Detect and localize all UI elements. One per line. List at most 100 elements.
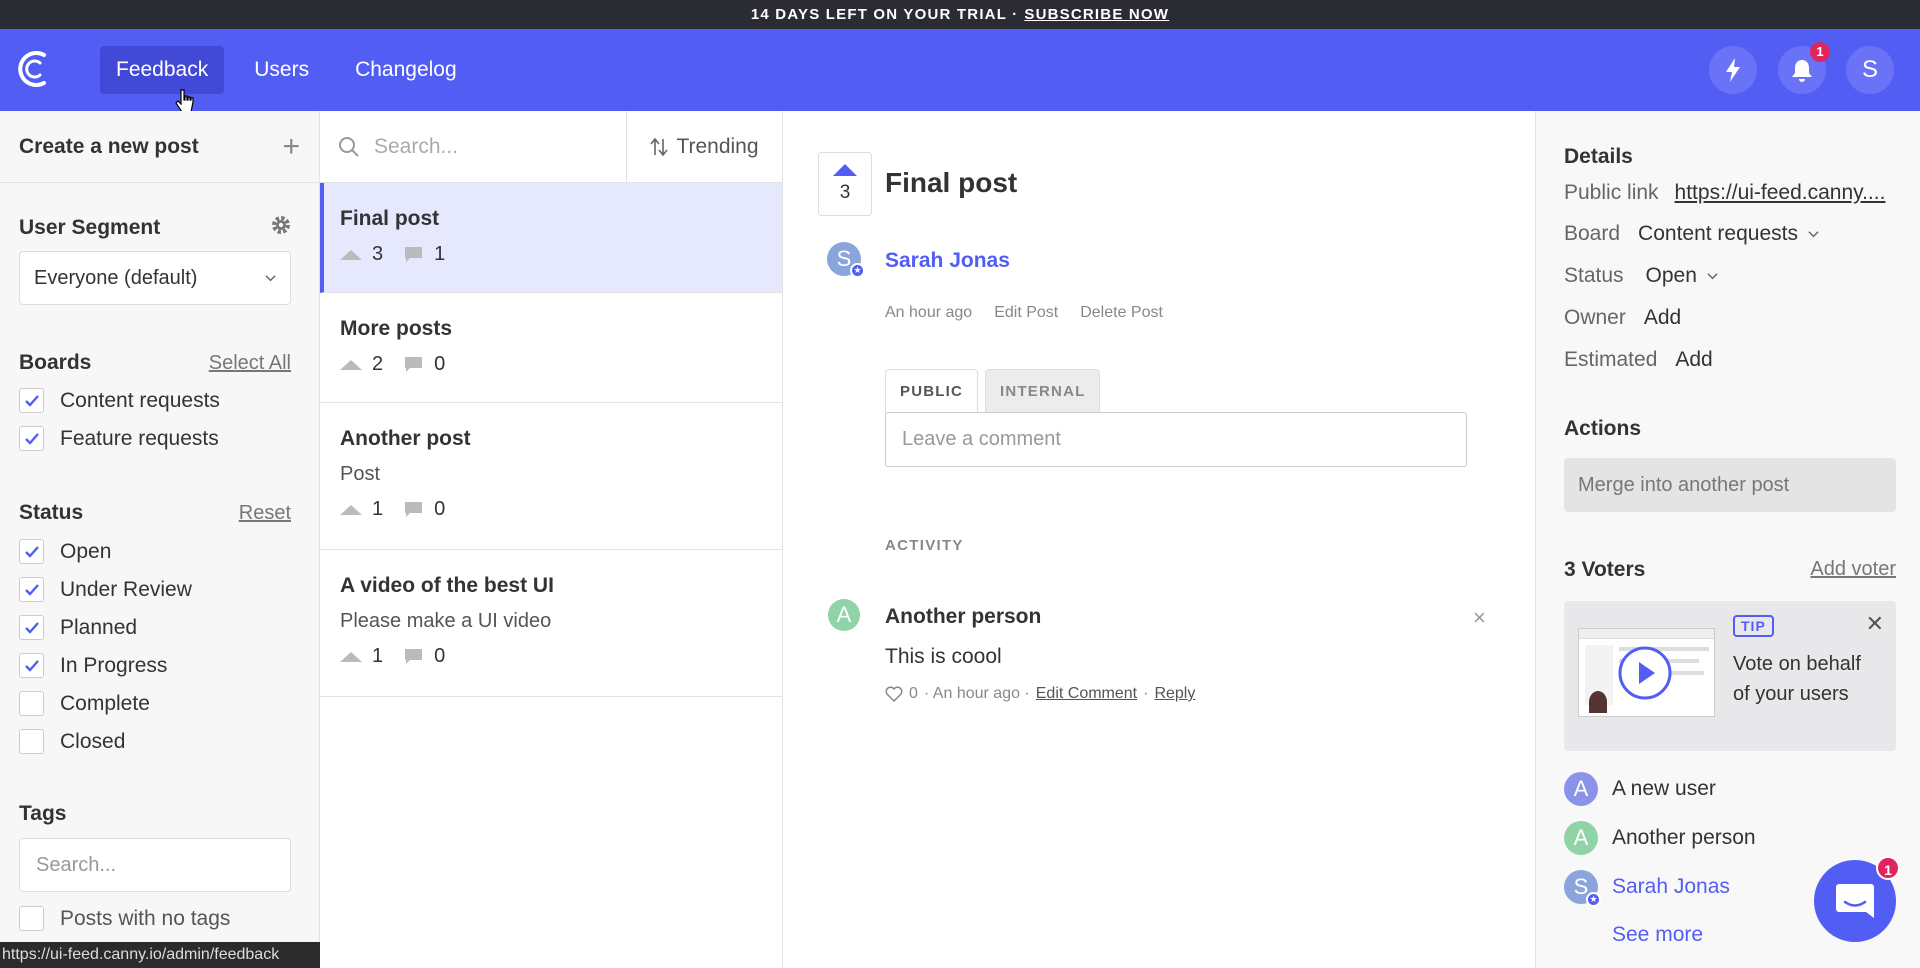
post-card-another-post[interactable]: Another post Post 1 0 [320,403,782,550]
play-icon[interactable] [1617,645,1673,701]
reset-link[interactable]: Reset [239,502,291,525]
comment-icon [405,502,423,517]
edit-comment-link[interactable]: Edit Comment [1036,685,1137,703]
checkbox-unchecked[interactable] [19,729,44,754]
public-link-row: Public link https://ui-feed.canny.... [1564,181,1885,205]
post-search-input[interactable]: Search... [320,111,627,182]
vote-count: 1 [372,498,384,520]
checkbox-checked[interactable] [19,388,44,413]
comment-text: This is coool [885,645,1002,668]
heart-icon[interactable] [885,686,903,702]
add-voter-link[interactable]: Add voter [1810,558,1896,582]
status-filter-open[interactable]: Open [19,539,111,564]
board-label: Board [1564,222,1621,245]
voter-name: A new user [1612,777,1716,800]
voter-name: Another person [1612,826,1756,849]
owner-add[interactable]: Add [1644,306,1681,330]
checkbox-checked[interactable] [19,615,44,640]
checkbox-unchecked[interactable] [19,906,44,931]
actions-title: Actions [1564,417,1642,440]
comment-icon [405,247,423,262]
sort-dropdown[interactable]: Trending [627,111,782,182]
board-filter-content-requests[interactable]: Content requests [19,388,220,413]
nav-changelog[interactable]: Changelog [339,46,473,94]
post-card-final-post[interactable]: Final post 3 1 [320,183,782,293]
status-label: Status [1564,264,1624,287]
tip-video-thumbnail[interactable] [1578,628,1715,717]
delete-post-link[interactable]: Delete Post [1080,304,1163,322]
checkbox-checked[interactable] [19,539,44,564]
voter-row[interactable]: A A new user [1564,772,1716,806]
sort-icon [650,137,669,156]
checkbox-checked[interactable] [19,653,44,678]
filter-sidebar: Create a new post + User Segment Everyon… [0,111,320,968]
status-row: Status Open [1564,264,1718,288]
owner-row: Owner Add [1564,306,1681,330]
nav-users[interactable]: Users [238,46,325,94]
gear-icon[interactable] [270,214,292,236]
tab-internal[interactable]: INTERNAL [985,369,1101,413]
status-label: In Progress [60,653,168,677]
checkbox-checked[interactable] [19,577,44,602]
segment-dropdown[interactable]: Everyone (default) [19,251,291,305]
subscribe-link[interactable]: SUBSCRIBE NOW [1024,6,1169,23]
comment-tabs: PUBLIC INTERNAL [885,369,1101,413]
vote-count: 1 [372,645,384,667]
select-all-link[interactable]: Select All [209,352,291,375]
merge-post-button[interactable]: Merge into another post [1564,458,1896,512]
status-filter-under-review[interactable]: Under Review [19,577,192,602]
chat-launcher-button[interactable]: 1 [1814,856,1900,942]
trial-text: 14 DAYS LEFT ON YOUR TRIAL · [750,6,1019,23]
post-author[interactable]: Sarah Jonas [885,249,1010,273]
tags-search-input[interactable]: Search... [19,838,291,892]
post-card-more-posts[interactable]: More posts 2 0 [320,293,782,403]
checkbox-checked[interactable] [19,426,44,451]
public-link[interactable]: https://ui-feed.canny.... [1675,181,1886,205]
voter-name: Sarah Jonas [1612,875,1730,898]
chat-icon [1836,884,1874,918]
status-header: Status Reset [19,501,291,525]
status-filter-complete[interactable]: Complete [19,691,150,716]
upvote-button[interactable]: 3 [818,152,872,216]
top-nav-bar: Feedback Users Changelog 1 S [0,29,1920,111]
tags-title: Tags [19,802,67,825]
status-filter-closed[interactable]: Closed [19,729,125,754]
board-dropdown[interactable]: Content requests [1638,222,1819,246]
estimated-add[interactable]: Add [1675,348,1712,372]
chevron-down-icon [1707,272,1718,279]
post-card-video[interactable]: A video of the best UI Please make a UI … [320,550,782,697]
notifications-button[interactable]: 1 [1778,42,1830,94]
nav-feedback[interactable]: Feedback [100,46,225,94]
post-vote-count: 3 [839,182,851,203]
comment-meta: 0 · An hour ago · Edit Comment · Reply [885,685,1195,703]
voter-row[interactable]: A Another person [1564,821,1756,855]
list-toolbar: Search... Trending [320,111,782,183]
board-row: Board Content requests [1564,222,1819,246]
chevron-down-icon [1808,230,1819,237]
create-post-row[interactable]: Create a new post + [0,111,319,183]
voters-title: 3 Voters [1564,558,1646,581]
no-tags-filter[interactable]: Posts with no tags [19,906,230,931]
like-count: 0 [909,685,918,702]
plus-icon[interactable]: + [282,130,300,164]
lightning-button[interactable] [1709,46,1757,94]
post-card-meta: 3 1 [340,243,782,266]
comment-input[interactable]: Leave a comment [885,412,1467,467]
comment-time: · An hour ago · [923,685,1030,702]
tip-text: Vote on behalf of your users [1733,653,1861,705]
post-card-meta: 2 0 [340,353,782,376]
status-filter-planned[interactable]: Planned [19,615,137,640]
status-filter-in-progress[interactable]: In Progress [19,653,167,678]
close-icon[interactable]: × [1473,605,1486,631]
post-list: Search... Trending Final post 3 1 More p… [320,111,783,968]
tab-public[interactable]: PUBLIC [885,369,979,413]
status-dropdown[interactable]: Open [1646,264,1718,288]
canny-logo-icon[interactable] [14,47,52,91]
close-tip-icon[interactable]: ✕ [1866,611,1884,637]
board-filter-feature-requests[interactable]: Feature requests [19,426,219,451]
checkbox-unchecked[interactable] [19,691,44,716]
see-more-link[interactable]: See more [1612,923,1703,947]
edit-post-link[interactable]: Edit Post [994,304,1058,322]
user-avatar-button[interactable]: S [1846,46,1894,94]
reply-link[interactable]: Reply [1154,685,1195,703]
